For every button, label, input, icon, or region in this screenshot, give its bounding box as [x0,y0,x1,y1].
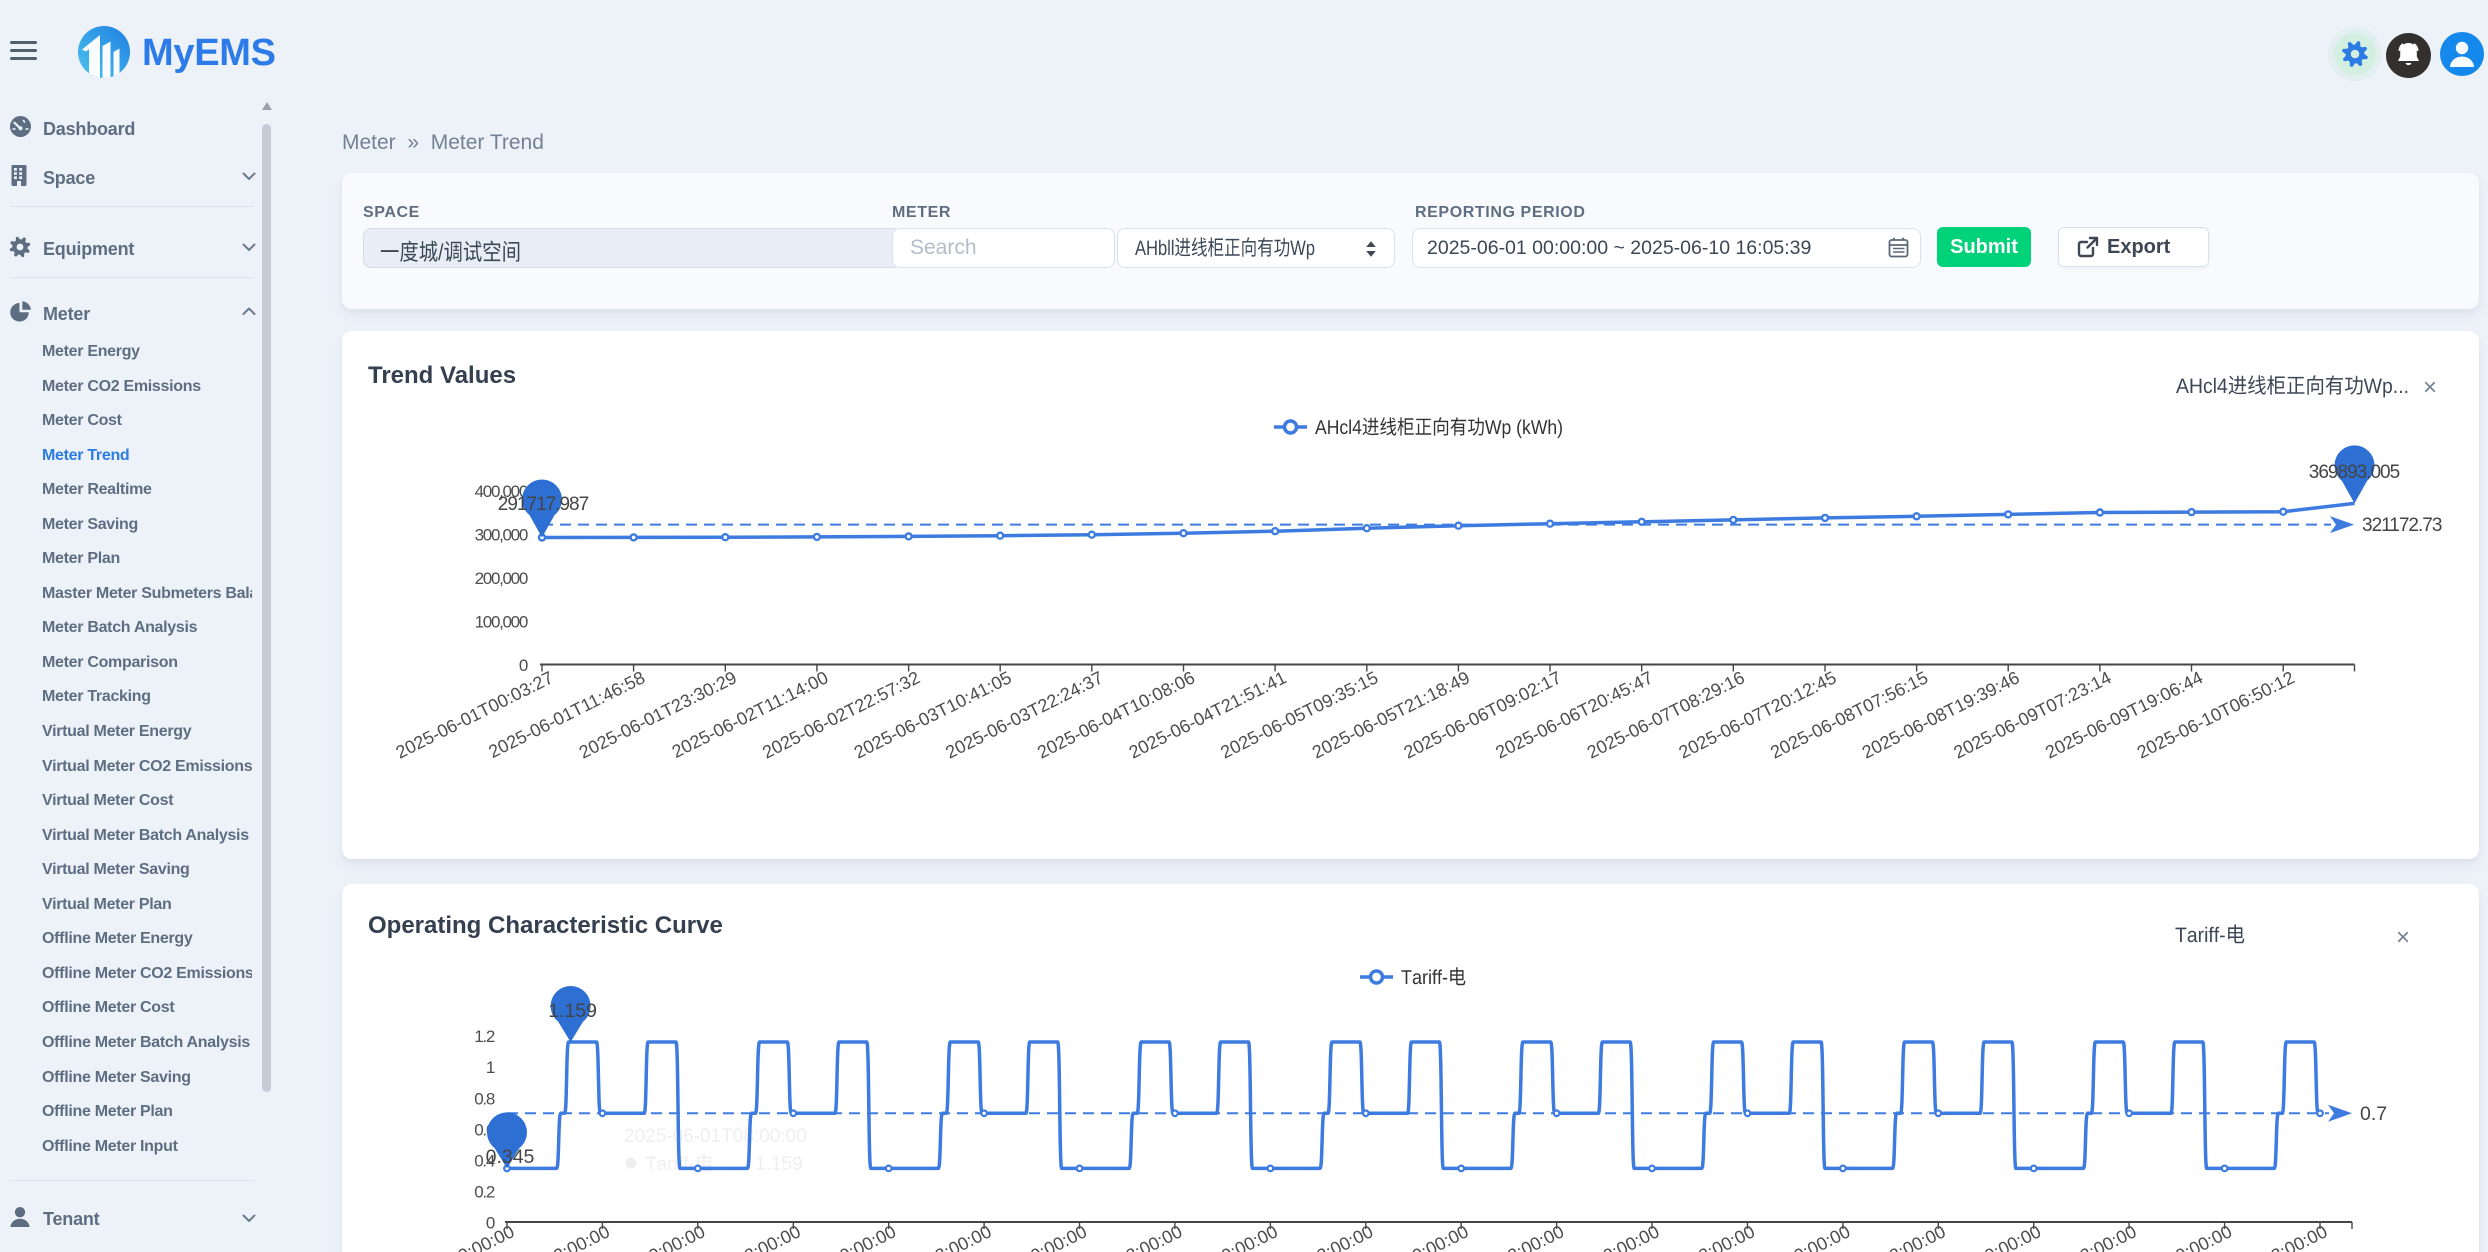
svg-text:200,000: 200,000 [475,569,528,588]
svg-text:12:00:00: 12:00:00 [541,1221,613,1252]
svg-text:2025-06-10T06:50:12: 2025-06-10T06:50:12 [2134,667,2298,762]
svg-text:0: 0 [519,656,528,675]
svg-text:00:00:00: 00:00:00 [1782,1221,1854,1252]
svg-text:2025-06-08T19:39:46: 2025-06-08T19:39:46 [1859,667,2023,762]
svg-text:00:00:00: 00:00:00 [828,1221,900,1252]
svg-text:00:00:00: 00:00:00 [2163,1221,2235,1252]
svg-text:2025-06-07T08:29:16: 2025-06-07T08:29:16 [1584,667,1748,762]
svg-text:0.7: 0.7 [2360,1103,2387,1125]
svg-text:0.8: 0.8 [474,1089,495,1108]
svg-text:12:00:00: 12:00:00 [2259,1221,2331,1252]
svg-text:2025-06-03T22:24:37: 2025-06-03T22:24:37 [942,667,1106,762]
svg-text:00:00:00: 00:00:00 [1400,1221,1472,1252]
svg-text:2025-06-03T10:41:05: 2025-06-03T10:41:05 [851,667,1015,762]
svg-text:00:00:00: 00:00:00 [446,1221,518,1252]
svg-text:2025-06-08T07:56:15: 2025-06-08T07:56:15 [1767,667,1931,762]
svg-text:291717.987: 291717.987 [498,494,589,515]
svg-text:00:00:00: 00:00:00 [1973,1221,2045,1252]
svg-text:00:00:00: 00:00:00 [1018,1221,1090,1252]
svg-text:12:00:00: 12:00:00 [732,1221,804,1252]
svg-text:2025-06-09T19:06:44: 2025-06-09T19:06:44 [2042,667,2206,762]
svg-text:2025-06-01T23:30:29: 2025-06-01T23:30:29 [576,667,740,762]
svg-text:1.159: 1.159 [548,1000,597,1022]
svg-text:12:00:00: 12:00:00 [1114,1221,1186,1252]
svg-text:1: 1 [486,1058,495,1077]
svg-text:2025-06-01T00:03:27: 2025-06-01T00:03:27 [393,667,557,762]
svg-text:2025-06-06T20:45:47: 2025-06-06T20:45:47 [1492,667,1656,762]
svg-text:00:00:00: 00:00:00 [1591,1221,1663,1252]
svg-text:12:00:00: 12:00:00 [923,1221,995,1252]
svg-text:2025-06-04T21:51:41: 2025-06-04T21:51:41 [1126,667,1290,762]
svg-text:300,000: 300,000 [475,525,528,544]
svg-text:100,000: 100,000 [475,613,528,632]
svg-text:2025-06-01T08:00:00: 2025-06-01T08:00:00 [624,1126,807,1147]
svg-text:1.159: 1.159 [755,1154,803,1175]
svg-text:2025-06-06T09:02:17: 2025-06-06T09:02:17 [1401,667,1565,762]
svg-text:12:00:00: 12:00:00 [1686,1221,1758,1252]
svg-text:2025-06-02T22:57:32: 2025-06-02T22:57:32 [759,667,923,762]
svg-text:12:00:00: 12:00:00 [1305,1221,1377,1252]
svg-text:1.2: 1.2 [474,1027,495,1046]
svg-text:369893.005: 369893.005 [2309,462,2400,483]
svg-text:321172.73: 321172.73 [2362,515,2442,536]
svg-text:00:00:00: 00:00:00 [637,1221,709,1252]
svg-text:2025-06-04T10:08:06: 2025-06-04T10:08:06 [1034,667,1198,762]
svg-text:00:00:00: 00:00:00 [1209,1221,1281,1252]
svg-text:12:00:00: 12:00:00 [2068,1221,2140,1252]
svg-text:2025-06-05T21:18:49: 2025-06-05T21:18:49 [1309,667,1473,762]
svg-text:2025-06-02T11:14:00: 2025-06-02T11:14:00 [669,667,832,762]
svg-text:0.345: 0.345 [486,1146,535,1168]
svg-text:2025-06-07T20:12:45: 2025-06-07T20:12:45 [1676,667,1840,762]
svg-text:2025-06-05T09:35:15: 2025-06-05T09:35:15 [1217,667,1381,762]
svg-text:12:00:00: 12:00:00 [1495,1221,1567,1252]
svg-text:12:00:00: 12:00:00 [1877,1221,1949,1252]
svg-text:2025-06-01T11:46:58: 2025-06-01T11:46:58 [485,667,648,762]
svg-text:0.2: 0.2 [474,1182,495,1201]
svg-text:2025-06-09T07:23:14: 2025-06-09T07:23:14 [1951,667,2115,762]
